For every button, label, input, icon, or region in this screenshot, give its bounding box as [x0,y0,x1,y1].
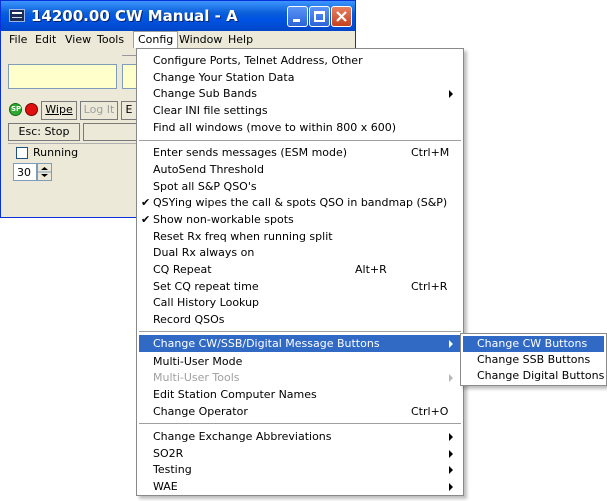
menu-item-call-history[interactable]: Call History Lookup [139,294,461,311]
menu-item-clear-ini[interactable]: Clear INI file settings [139,102,461,119]
sp-indicator[interactable]: SP [9,103,22,116]
checkmark-icon: ✔ [141,213,151,226]
run-indicator[interactable] [25,103,38,116]
menu-item-cq-repeat[interactable]: CQ Repeat Alt+R [139,261,461,278]
submenu-arrow-icon [449,90,453,98]
submenu-arrow-icon [449,374,453,382]
menu-item-exchange-abbrev[interactable]: Change Exchange Abbreviations [139,428,461,445]
menu-item-change-operator[interactable]: Change Operator Ctrl+O [139,403,461,420]
esc-stop-button[interactable]: Esc: Stop [8,123,80,141]
submenu-arrow-icon [449,483,453,491]
cq-repeat-input[interactable]: 30 [13,163,37,181]
cq-repeat-spinner[interactable] [37,163,52,181]
menu-window[interactable]: Window [179,33,222,46]
maximize-button[interactable] [309,6,330,27]
running-label: Running [33,146,79,159]
menu-item-multi-user-mode[interactable]: Multi-User Mode [139,353,461,370]
menu-item-qsy-wipes[interactable]: ✔ QSYing wipes the call & spots QSO in ba… [139,194,461,211]
menu-item-non-workable[interactable]: ✔ Show non-workable spots [139,211,461,228]
menu-edit[interactable]: Edit [35,33,56,46]
menu-item-cq-repeat-time[interactable]: Set CQ repeat time Ctrl+R [139,278,461,295]
menu-item-multi-user-tools[interactable]: Multi-User Tools [139,369,461,386]
submenu-item-digital-buttons[interactable]: Change Digital Buttons [463,368,604,384]
menu-config[interactable]: Config [133,31,179,48]
blank-button[interactable] [83,123,137,141]
spin-arrows-icon [38,167,51,177]
menu-item-configure-ports[interactable]: Configure Ports, Telnet Address, Other [139,52,461,69]
window-title: 14200.00 CW Manual - A [31,7,238,25]
menu-item-reset-rx[interactable]: Reset Rx freq when running split [139,228,461,245]
group-divider [8,143,137,144]
submenu-arrow-icon [449,433,453,441]
partial-button[interactable]: E [121,101,137,120]
menu-item-autosend[interactable]: AutoSend Threshold [139,161,461,178]
callsign-field[interactable] [8,64,117,89]
menu-help[interactable]: Help [228,33,253,46]
submenu-arrow-icon [449,466,453,474]
menu-item-sub-bands[interactable]: Change Sub Bands [139,85,461,102]
close-button[interactable] [331,6,352,27]
minimize-button[interactable] [287,6,308,27]
menu-separator [139,331,461,332]
menu-item-find-windows[interactable]: Find all windows (move to within 800 x 6… [139,119,461,136]
close-icon [336,11,347,22]
submenu-item-ssb-buttons[interactable]: Change SSB Buttons [463,352,604,368]
menu-item-wae[interactable]: WAE [139,478,461,495]
checkmark-icon: ✔ [141,196,151,209]
menu-view[interactable]: View [65,33,91,46]
menu-item-spot-sp[interactable]: Spot all S&P QSO's [139,178,461,195]
message-buttons-submenu: Change CW Buttons Change SSB Buttons Cha… [460,333,607,386]
menu-item-station-data[interactable]: Change Your Station Data [139,69,461,86]
submenu-item-cw-buttons[interactable]: Change CW Buttons [463,336,604,352]
menu-item-testing[interactable]: Testing [139,461,461,478]
config-menu: Configure Ports, Telnet Address, Other C… [136,48,464,496]
running-checkbox[interactable] [16,147,28,159]
exchange-field[interactable] [122,64,137,89]
submenu-arrow-icon [449,340,453,348]
menu-item-so2r[interactable]: SO2R [139,445,461,462]
menu-tools[interactable]: Tools [97,33,124,46]
menu-separator [139,140,461,141]
menu-item-record-qsos[interactable]: Record QSOs [139,311,461,328]
menu-separator [139,423,461,424]
submenu-arrow-icon [449,450,453,458]
menu-item-esm-mode[interactable]: Enter sends messages (ESM mode) Ctrl+M [139,144,461,161]
log-it-button[interactable]: Log It [80,101,118,120]
wipe-button[interactable]: Wipe [41,101,77,120]
field-divider [122,55,137,56]
menu-item-message-buttons[interactable]: Change CW/SSB/Digital Message Buttons [139,335,461,352]
app-icon [9,9,25,22]
menu-item-station-names[interactable]: Edit Station Computer Names [139,386,461,403]
menu-file[interactable]: File [9,33,27,46]
menu-item-dual-rx[interactable]: Dual Rx always on [139,244,461,261]
menu-bar: File Edit View Tools Config Window Help [1,31,355,49]
title-bar[interactable]: 14200.00 CW Manual - A [1,1,355,31]
